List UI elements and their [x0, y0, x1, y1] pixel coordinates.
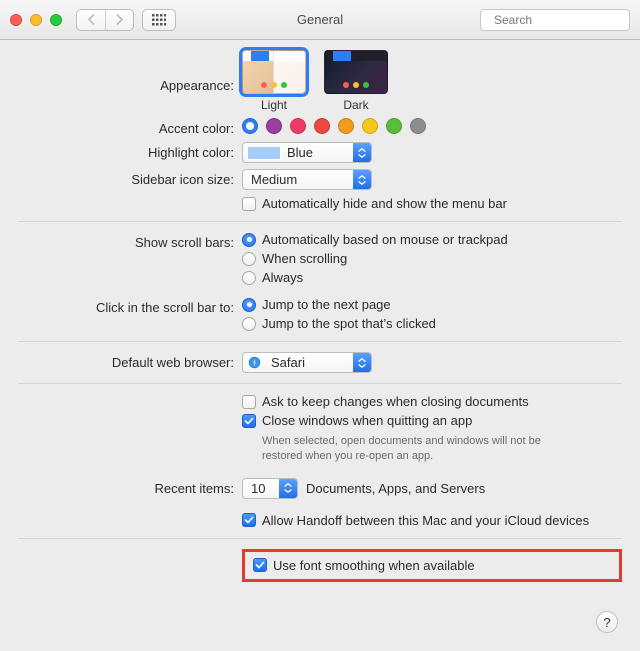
safari-icon	[243, 356, 265, 369]
highlight-swatch-icon	[247, 146, 281, 160]
titlebar: General	[0, 0, 640, 40]
show-scrollbars-option[interactable]: Automatically based on mouse or trackpad	[242, 232, 622, 247]
select-stepper-icon	[279, 479, 297, 498]
accent-color-label: Accent color:	[18, 118, 242, 136]
click-scrollbar-radio[interactable]	[242, 298, 256, 312]
zoom-window-button[interactable]	[50, 14, 62, 26]
select-stepper-icon	[353, 143, 371, 162]
select-stepper-icon	[353, 353, 371, 372]
divider	[18, 341, 622, 342]
accent-swatch[interactable]	[242, 118, 258, 134]
handoff-checkbox[interactable]	[242, 513, 256, 527]
handoff-option[interactable]: Allow Handoff between this Mac and your …	[242, 513, 622, 528]
accent-swatch[interactable]	[362, 118, 378, 134]
show-scrollbars-label: When scrolling	[262, 251, 347, 266]
show-scrollbars-option[interactable]: Always	[242, 270, 622, 285]
close-window-button[interactable]	[10, 14, 22, 26]
help-label: ?	[603, 615, 610, 630]
minimize-window-button[interactable]	[30, 14, 42, 26]
click-scrollbar-label: Jump to the spot that’s clicked	[262, 316, 436, 331]
search-input[interactable]	[492, 12, 640, 28]
divider	[18, 221, 622, 222]
select-stepper-icon	[353, 170, 371, 189]
nav-buttons	[76, 9, 134, 31]
highlight-color-select[interactable]: Blue	[242, 142, 372, 163]
divider	[18, 538, 622, 539]
chevron-right-icon	[115, 14, 124, 25]
ask-keep-changes-label: Ask to keep changes when closing documen…	[262, 394, 529, 409]
accent-swatch[interactable]	[290, 118, 306, 134]
default-browser-value: Safari	[265, 355, 353, 370]
font-smoothing-highlight: Use font smoothing when available	[242, 549, 622, 582]
accent-color-swatches	[242, 118, 622, 134]
appearance-light-label: Light	[242, 98, 306, 112]
window-controls	[10, 14, 62, 26]
auto-hide-menubar-option[interactable]: Automatically hide and show the menu bar	[242, 196, 622, 211]
chevron-left-icon	[87, 14, 96, 25]
close-windows-quit-option[interactable]: Close windows when quitting an app	[242, 413, 622, 428]
auto-hide-menubar-checkbox[interactable]	[242, 197, 256, 211]
help-button[interactable]: ?	[596, 611, 618, 633]
ask-keep-changes-option[interactable]: Ask to keep changes when closing documen…	[242, 394, 622, 409]
appearance-dark-label: Dark	[324, 98, 388, 112]
accent-swatch[interactable]	[410, 118, 426, 134]
show-scrollbars-label: Show scroll bars:	[18, 232, 242, 250]
close-windows-quit-checkbox[interactable]	[242, 414, 256, 428]
handoff-label: Allow Handoff between this Mac and your …	[262, 513, 589, 528]
show-scrollbars-radio[interactable]	[242, 233, 256, 247]
highlight-color-label: Highlight color:	[18, 142, 242, 160]
recent-items-value: 10	[243, 481, 279, 496]
appearance-dark-thumbnail	[324, 50, 388, 94]
highlight-color-value: Blue	[281, 145, 353, 160]
show-scrollbars-option[interactable]: When scrolling	[242, 251, 622, 266]
font-smoothing-checkbox[interactable]	[253, 558, 267, 572]
auto-hide-menubar-label: Automatically hide and show the menu bar	[262, 196, 507, 211]
close-windows-quit-label: Close windows when quitting an app	[262, 413, 472, 428]
preferences-content: Appearance: Light	[0, 40, 640, 602]
ask-keep-changes-checkbox[interactable]	[242, 395, 256, 409]
appearance-label: Appearance:	[18, 50, 242, 93]
search-field[interactable]	[480, 9, 630, 31]
sidebar-size-label: Sidebar icon size:	[18, 169, 242, 187]
divider	[18, 383, 622, 384]
grid-icon	[152, 14, 166, 26]
font-smoothing-label: Use font smoothing when available	[273, 558, 475, 573]
sidebar-size-value: Medium	[243, 172, 353, 187]
show-scrollbars-label: Always	[262, 270, 303, 285]
click-scrollbar-radio[interactable]	[242, 317, 256, 331]
recent-items-suffix: Documents, Apps, and Servers	[306, 481, 485, 496]
click-scrollbar-label: Jump to the next page	[262, 297, 391, 312]
accent-swatch[interactable]	[386, 118, 402, 134]
click-scrollbar-label: Click in the scroll bar to:	[18, 297, 242, 315]
click-scrollbar-group: Jump to the next page Jump to the spot th…	[242, 297, 622, 331]
accent-swatch[interactable]	[314, 118, 330, 134]
click-scrollbar-option[interactable]: Jump to the spot that’s clicked	[242, 316, 622, 331]
show-scrollbars-group: Automatically based on mouse or trackpad…	[242, 232, 622, 285]
appearance-light-thumbnail	[242, 50, 306, 94]
font-smoothing-option[interactable]: Use font smoothing when available	[253, 558, 475, 573]
click-scrollbar-option[interactable]: Jump to the next page	[242, 297, 622, 312]
appearance-dark-option[interactable]: Dark	[324, 50, 388, 112]
default-browser-label: Default web browser:	[18, 352, 242, 370]
show-all-button[interactable]	[142, 9, 176, 31]
appearance-light-option[interactable]: Light	[242, 50, 306, 112]
forward-button[interactable]	[105, 10, 133, 30]
recent-items-select[interactable]: 10	[242, 478, 298, 499]
sidebar-size-select[interactable]: Medium	[242, 169, 372, 190]
show-scrollbars-radio[interactable]	[242, 271, 256, 285]
show-scrollbars-radio[interactable]	[242, 252, 256, 266]
accent-swatch[interactable]	[266, 118, 282, 134]
show-scrollbars-label: Automatically based on mouse or trackpad	[262, 232, 508, 247]
back-button[interactable]	[77, 10, 105, 30]
accent-swatch[interactable]	[338, 118, 354, 134]
close-windows-quit-note: When selected, open documents and window…	[242, 434, 582, 464]
default-browser-select[interactable]: Safari	[242, 352, 372, 373]
recent-items-label: Recent items:	[18, 478, 242, 496]
